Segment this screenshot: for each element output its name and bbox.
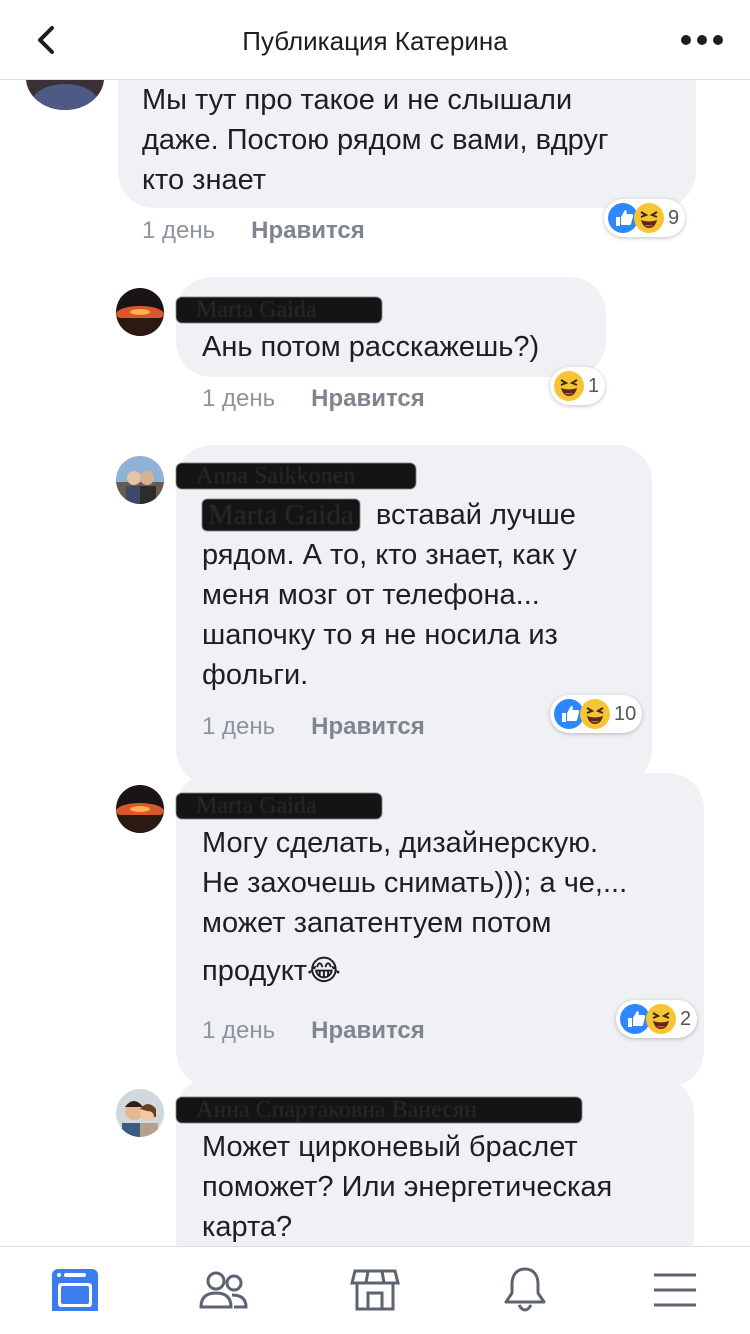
comment-text-line: даже. Постою рядом с вами, вдруг [142, 124, 609, 156]
comment-text-line: Ань потом расскажешь?) [202, 331, 540, 363]
bottom-tab-bar [0, 1246, 750, 1334]
comment-text-line: Не захочешь снимать))); а че,... [202, 867, 628, 899]
reaction-summary[interactable]: 2 [616, 1000, 698, 1038]
reaction-count: 1 [588, 374, 600, 397]
author-name[interactable]: Anna Saikkonen [176, 463, 416, 489]
comment-text-line: карта? [202, 1211, 293, 1243]
tears-of-joy-emoji: 😂 [307, 955, 341, 987]
author-name[interactable]: Анна Спартаковна Ванесян [176, 1097, 582, 1123]
comment-bubble[interactable]: Мы тут про такое и не слышали даже. Пост… [118, 80, 696, 208]
news-feed-icon[interactable] [50, 1265, 100, 1315]
haha-reaction-icon [580, 699, 610, 729]
like-button[interactable]: Нравится [311, 713, 425, 740]
comment-text-line: меня мозг от телефона... [202, 579, 540, 611]
comment-text-line: фольги. [202, 659, 309, 691]
avatar[interactable] [26, 80, 104, 110]
comment-text-line: поможет? Или энергетическая [202, 1171, 613, 1203]
page-title: Публикация Катерина [242, 26, 508, 56]
comment-text-line: вставай лучше [375, 499, 576, 531]
reaction-count: 2 [680, 1007, 692, 1030]
avatar[interactable] [116, 1089, 164, 1137]
reaction-summary[interactable]: 1 [550, 367, 606, 405]
comment-bubble[interactable]: Анна Спартаковна Ванесян Может цирконевы… [176, 1077, 694, 1246]
reaction-summary[interactable]: 9 [604, 199, 686, 237]
haha-reaction-icon [634, 203, 664, 233]
comment-text-line: Могу сделать, дизайнерскую. [202, 827, 599, 859]
avatar[interactable] [116, 456, 164, 504]
comment-thread[interactable]: Мы тут про такое и не слышали даже. Пост… [0, 80, 750, 1246]
avatar[interactable] [116, 785, 164, 833]
comment-timestamp: 1 день [202, 713, 276, 740]
comment-text-line: может запатентуем потом [202, 907, 552, 939]
reaction-count: 9 [668, 206, 680, 229]
reaction-count: 10 [614, 702, 637, 725]
comment-text-line: продукт [202, 955, 308, 987]
author-name[interactable]: Marta Gaida [176, 793, 382, 819]
like-button[interactable]: Нравится [311, 1017, 425, 1044]
top-bar: Публикация Катерина [0, 0, 750, 80]
reaction-summary[interactable]: 10 [550, 695, 643, 733]
comment-text-line: Мы тут про такое и не слышали [142, 84, 573, 116]
like-button[interactable]: Нравится [311, 385, 425, 412]
comment-text-line: рядом. А то, кто знает, как у [202, 539, 577, 571]
comment-timestamp: 1 день [202, 1017, 276, 1044]
notifications-icon[interactable] [500, 1265, 550, 1315]
more-dots-icon[interactable] [680, 28, 724, 52]
author-name[interactable]: Marta Gaida [176, 297, 382, 323]
avatar[interactable] [116, 288, 164, 336]
comment-text-line: Может цирконевый браслет [202, 1131, 578, 1163]
comment-text-line: шапочку то я не носила из [202, 619, 558, 651]
comment-bubble[interactable]: Marta Gaida Ань потом расскажешь?) [176, 277, 606, 377]
comment-timestamp: 1 день [142, 217, 216, 244]
menu-icon[interactable] [650, 1265, 700, 1315]
comment-text-line: кто знает [142, 164, 267, 196]
mention-link[interactable]: Marta Gaida [202, 499, 360, 531]
like-button[interactable]: Нравится [251, 217, 365, 244]
comment-timestamp: 1 день [202, 385, 276, 412]
friends-icon[interactable] [198, 1265, 248, 1315]
haha-reaction-icon [554, 371, 584, 401]
marketplace-icon[interactable] [350, 1265, 400, 1315]
haha-reaction-icon [646, 1004, 676, 1034]
